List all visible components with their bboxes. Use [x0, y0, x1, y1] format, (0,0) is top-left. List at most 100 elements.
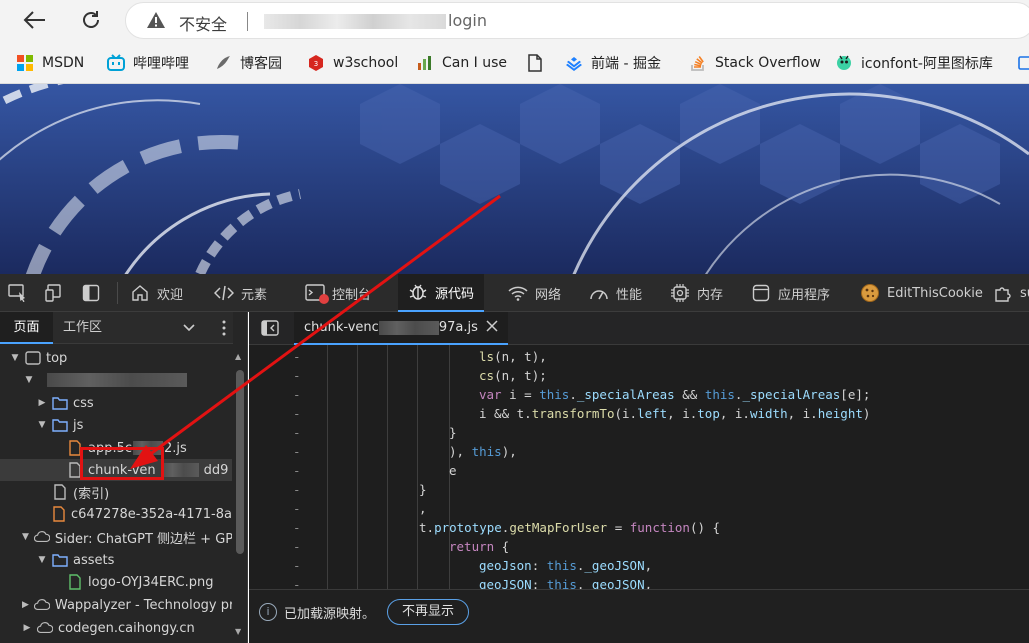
folder-icon: [52, 417, 68, 433]
tab-extension-more[interactable]: su: [993, 274, 1029, 312]
gutter-marker[interactable]: -: [293, 404, 301, 423]
cookie-icon: [860, 283, 880, 303]
bookmark-juejin[interactable]: 前端 - 掘金: [565, 52, 661, 74]
tab-network[interactable]: 网络: [508, 274, 561, 312]
bookmark-cnblogs[interactable]: 博客园: [214, 52, 282, 74]
url-text: login: [448, 11, 487, 30]
tab-page[interactable]: 页面: [0, 312, 53, 344]
tab-welcome[interactable]: 欢迎: [130, 274, 183, 312]
device-emulation-icon: [45, 283, 65, 303]
tree-item-css[interactable]: ▶ css: [0, 392, 232, 414]
bookmark-caniuse[interactable]: Can I use: [416, 52, 507, 74]
folder-icon: [52, 552, 68, 568]
bookmark-page[interactable]: [526, 52, 544, 74]
tree-item-codegen[interactable]: ▶ codegen.caihongy.cn: [0, 617, 232, 639]
tab-editthiscookie[interactable]: EditThisCookie: [860, 274, 983, 312]
bilibili-icon: [107, 54, 125, 72]
tree-item-top[interactable]: ▼ top: [0, 347, 232, 369]
toggle-navigator-icon[interactable]: [261, 320, 279, 340]
code-line: -}: [293, 480, 427, 499]
code-line: - var i = this._specialAreas && this._spe…: [293, 385, 871, 404]
gutter-marker[interactable]: -: [293, 518, 301, 537]
chevron-down-icon[interactable]: [183, 321, 195, 337]
tab-sources[interactable]: 源代码: [398, 274, 485, 312]
bookmark-stackoverflow[interactable]: Stack Overflow: [689, 52, 821, 74]
code-line: -i && t.transformTo(i.left, i.top, i.wid…: [293, 404, 871, 423]
tree-item-logo[interactable]: logo-OYJ34ERC.png: [0, 571, 232, 593]
bookmark-iconfont[interactable]: iconfont-阿里图标库: [835, 52, 993, 74]
address-bar[interactable]: 不安全 login: [125, 2, 1029, 39]
image-file-icon: [67, 574, 83, 590]
inspect-element-button[interactable]: [8, 274, 28, 312]
expand-arrow-icon: ▼: [38, 555, 46, 565]
highlight-box: [80, 447, 164, 480]
gutter-marker[interactable]: -: [293, 556, 301, 575]
wifi-icon: [508, 283, 528, 303]
code-line: - geoJson: this._geoJSON,: [293, 556, 653, 575]
bookmark-overflow[interactable]: [1016, 52, 1029, 74]
tab-application[interactable]: 应用程序: [751, 274, 830, 312]
tree-item-index[interactable]: (索引): [0, 481, 232, 503]
tree-item-assets[interactable]: ▼ assets: [0, 549, 232, 571]
document-icon: [52, 484, 68, 500]
tab-elements[interactable]: 元素: [214, 274, 267, 312]
code-line: - cs(n, t);: [293, 366, 547, 385]
security-label: 不安全: [179, 15, 228, 34]
back-arrow-icon: [23, 11, 45, 29]
gutter-marker[interactable]: -: [293, 461, 301, 480]
gutter-marker[interactable]: -: [293, 575, 301, 589]
error-badge-icon: [319, 294, 329, 304]
device-toolbar-button[interactable]: [45, 274, 65, 312]
gutter-marker[interactable]: -: [293, 480, 301, 499]
tree-item-c647[interactable]: c647278e-352a-4171-8ab: [0, 503, 232, 525]
back-button[interactable]: [20, 5, 50, 35]
bookmark-w3school[interactable]: 3 w3school: [307, 52, 398, 74]
tab-console[interactable]: 控制台: [305, 274, 371, 312]
code-tag-icon: [214, 283, 234, 303]
tab-workspace[interactable]: 工作区: [63, 312, 102, 344]
gutter-marker[interactable]: -: [293, 385, 301, 404]
tree-item-origin[interactable]: ▼: [0, 369, 232, 391]
expand-arrow-icon: ▼: [25, 375, 33, 385]
gutter-marker[interactable]: -: [293, 499, 301, 518]
navigator-scrollbar[interactable]: ▲ ▼: [233, 312, 247, 643]
code-line: -}: [293, 423, 457, 442]
bookmark-bilibili[interactable]: 哔哩哔哩: [107, 52, 189, 74]
gutter-marker[interactable]: -: [293, 347, 301, 366]
more-options-icon[interactable]: [222, 320, 226, 340]
editor-tabbar: chunk-venc 97a.js: [249, 312, 1029, 345]
app-icon: [751, 283, 771, 303]
collapse-arrow-icon: ▶: [23, 623, 31, 633]
gutter-marker[interactable]: -: [293, 442, 301, 461]
gutter-marker[interactable]: -: [293, 366, 301, 385]
cloud-icon: [33, 529, 50, 545]
tree-item-sider[interactable]: ▼ Sider: ChatGPT 侧边栏 + GP: [0, 526, 232, 548]
reload-button[interactable]: [76, 5, 106, 35]
toggle-sidebar-button[interactable]: [81, 274, 101, 312]
inspect-icon: [8, 283, 28, 303]
gauge-icon: [589, 283, 609, 303]
scrollbar-thumb[interactable]: [236, 370, 244, 554]
infobar-message: 已加载源映射。: [284, 607, 376, 622]
sidebar-icon: [81, 283, 101, 303]
page-banner-image: [0, 84, 1029, 274]
folder-icon: [1016, 54, 1029, 72]
editor-file-tab[interactable]: chunk-venc 97a.js: [294, 312, 508, 345]
cloud-icon: [33, 597, 50, 613]
tab-memory[interactable]: 内存: [670, 274, 723, 312]
dont-show-again-button[interactable]: 不再显示: [387, 599, 470, 625]
close-icon[interactable]: [486, 319, 498, 336]
tab-performance[interactable]: 性能: [589, 274, 642, 312]
gutter-marker[interactable]: -: [293, 537, 301, 556]
gutter-marker[interactable]: -: [293, 423, 301, 442]
caniuse-icon: [416, 54, 434, 72]
tree-item-wappalyzer[interactable]: ▶ Wappalyzer - Technology pr: [0, 594, 232, 616]
expand-arrow-icon: ▼: [11, 353, 19, 363]
w3school-icon: 3: [307, 54, 325, 72]
code-line: -,: [293, 499, 427, 518]
bug-icon: [408, 282, 428, 302]
tree-item-js[interactable]: ▼ js: [0, 414, 232, 436]
cnblogs-icon: [214, 54, 232, 72]
bookmark-msdn[interactable]: MSDN: [16, 52, 84, 74]
code-editor[interactable]: chunk-venc 97a.js - ls(n, t), - cs(n, t); - va…: [249, 312, 1029, 589]
